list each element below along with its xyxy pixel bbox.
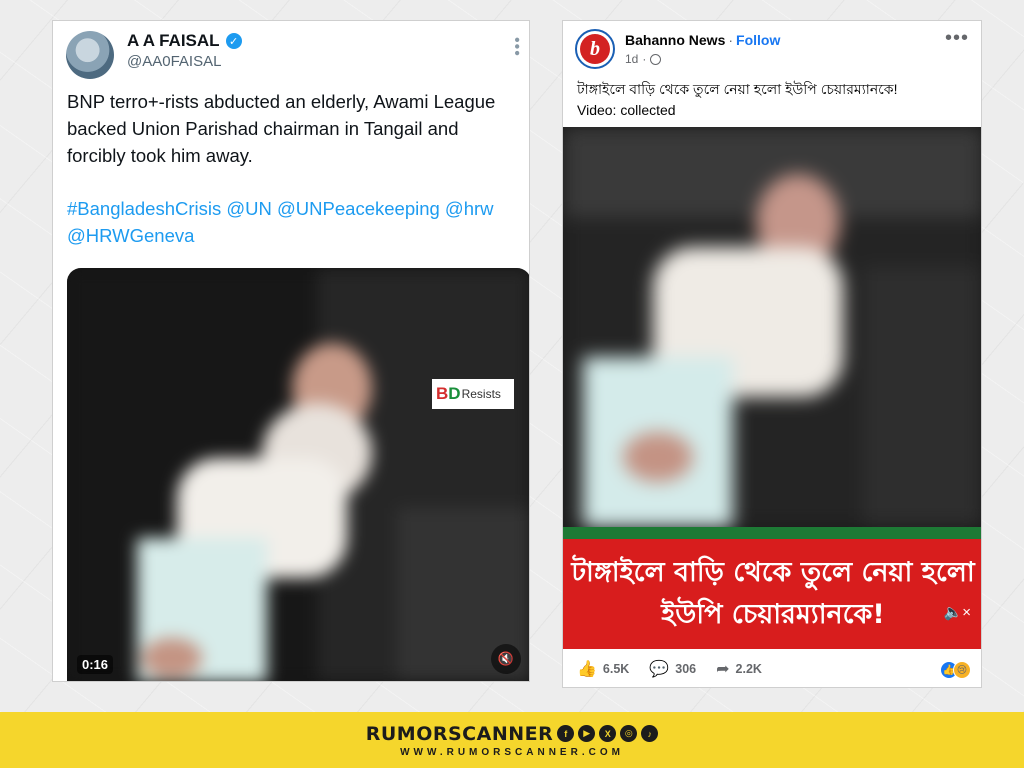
globe-icon: [650, 53, 662, 65]
follow-button[interactable]: Follow: [736, 32, 780, 48]
more-options-icon[interactable]: •••: [508, 37, 525, 57]
comment-count: 306: [675, 662, 697, 676]
video-frame: [563, 127, 981, 527]
separator-dot: ·: [728, 32, 734, 48]
banner-stripe: [563, 527, 981, 539]
post-time[interactable]: 1d ·: [625, 52, 662, 66]
mute-icon[interactable]: 🔇: [491, 644, 521, 674]
facebook-post-card: b Bahanno News · Follow 1d · ••• টাঙ্গাইলে …: [562, 20, 982, 688]
video-frame: [67, 268, 529, 681]
like-count: 6.5K: [602, 662, 630, 676]
bd-resists-watermark: B D Resists: [432, 379, 514, 409]
caption-line: টাঙ্গাইলে বাড়ি থেকে তুলে নেয়া হলো ইউপি…: [577, 81, 898, 97]
post-caption: টাঙ্গাইলে বাড়ি থেকে তুলে নেয়া হলো ইউপি…: [577, 79, 898, 121]
sad-reaction-icon: 😢: [953, 661, 971, 679]
x-icon[interactable]: X: [599, 725, 617, 742]
comment-icon: 💬: [649, 661, 670, 678]
footer-brand-row: RUMORSCANNER f ▶ X ◎ ♪: [366, 723, 659, 745]
more-options-icon[interactable]: •••: [945, 27, 969, 50]
banner-line-2: ইউপি চেয়ারম্যানকে!: [661, 599, 885, 630]
mute-icon[interactable]: 🔈×: [944, 603, 971, 621]
page-avatar[interactable]: b: [575, 29, 615, 69]
tiktok-icon[interactable]: ♪: [641, 725, 659, 742]
post-actions: 👍 6.5K 💬 306 ➦ 2.2K 👍 😢: [563, 651, 981, 687]
caption-credit: Video: collected: [577, 102, 676, 118]
instagram-icon[interactable]: ◎: [620, 725, 638, 742]
watermark-text: Resists: [461, 387, 501, 401]
share-button[interactable]: ➦ 2.2K: [716, 659, 762, 679]
comment-button[interactable]: 💬 306: [649, 659, 696, 679]
page-name-row: Bahanno News · Follow: [625, 32, 780, 48]
separator-dot: ·: [642, 52, 647, 66]
share-count: 2.2K: [735, 662, 762, 676]
tweet-author-name[interactable]: A A FAISAL ✓: [127, 31, 242, 51]
tweet-video[interactable]: B D Resists 0:16 🔇: [67, 268, 529, 681]
tweet-card: A A FAISAL ✓ @AA0FAISAL ••• BNP terro+-r…: [52, 20, 530, 682]
website-url[interactable]: WWW.RUMORSCANNER.COM: [400, 747, 624, 758]
tweet-author-handle[interactable]: @AA0FAISAL: [127, 53, 221, 70]
footer-banner: RUMORSCANNER f ▶ X ◎ ♪ WWW.RUMORSCANNER.…: [0, 712, 1024, 768]
video-timestamp: 0:16: [77, 655, 114, 674]
tweet-hashtags[interactable]: #BangladeshCrisis @UN @UNPeacekeeping @h…: [67, 195, 522, 249]
post-time-text: 1d: [625, 52, 639, 66]
watermark-b: B: [436, 384, 449, 403]
facebook-icon[interactable]: f: [557, 725, 575, 742]
reactions[interactable]: 👍 😢: [940, 661, 971, 679]
share-icon: ➦: [716, 661, 730, 678]
avatar[interactable]: [66, 31, 114, 79]
video-banner: টাঙ্গাইলে বাড়ি থেকে তুলে নেয়া হলো ইউপি…: [563, 539, 981, 649]
post-video[interactable]: টাঙ্গাইলে বাড়ি থেকে তুলে নেয়া হলো ইউপি…: [563, 127, 981, 649]
youtube-icon[interactable]: ▶: [578, 725, 596, 742]
watermark-d: D: [448, 384, 461, 403]
avatar-letter: b: [580, 34, 610, 64]
author-name-text[interactable]: A A FAISAL: [127, 31, 220, 51]
banner-line-1: টাঙ্গাইলে বাড়ি থেকে তুলে নেয়া হলো: [571, 557, 975, 588]
page-name[interactable]: Bahanno News: [625, 32, 725, 48]
brand-name: RUMORSCANNER: [365, 722, 554, 745]
like-button[interactable]: 👍 6.5K: [577, 659, 629, 679]
tweet-text: BNP terro+-rists abducted an elderly, Aw…: [67, 91, 496, 166]
verified-badge-icon: ✓: [225, 33, 242, 49]
thumbs-up-icon: 👍: [577, 661, 597, 678]
